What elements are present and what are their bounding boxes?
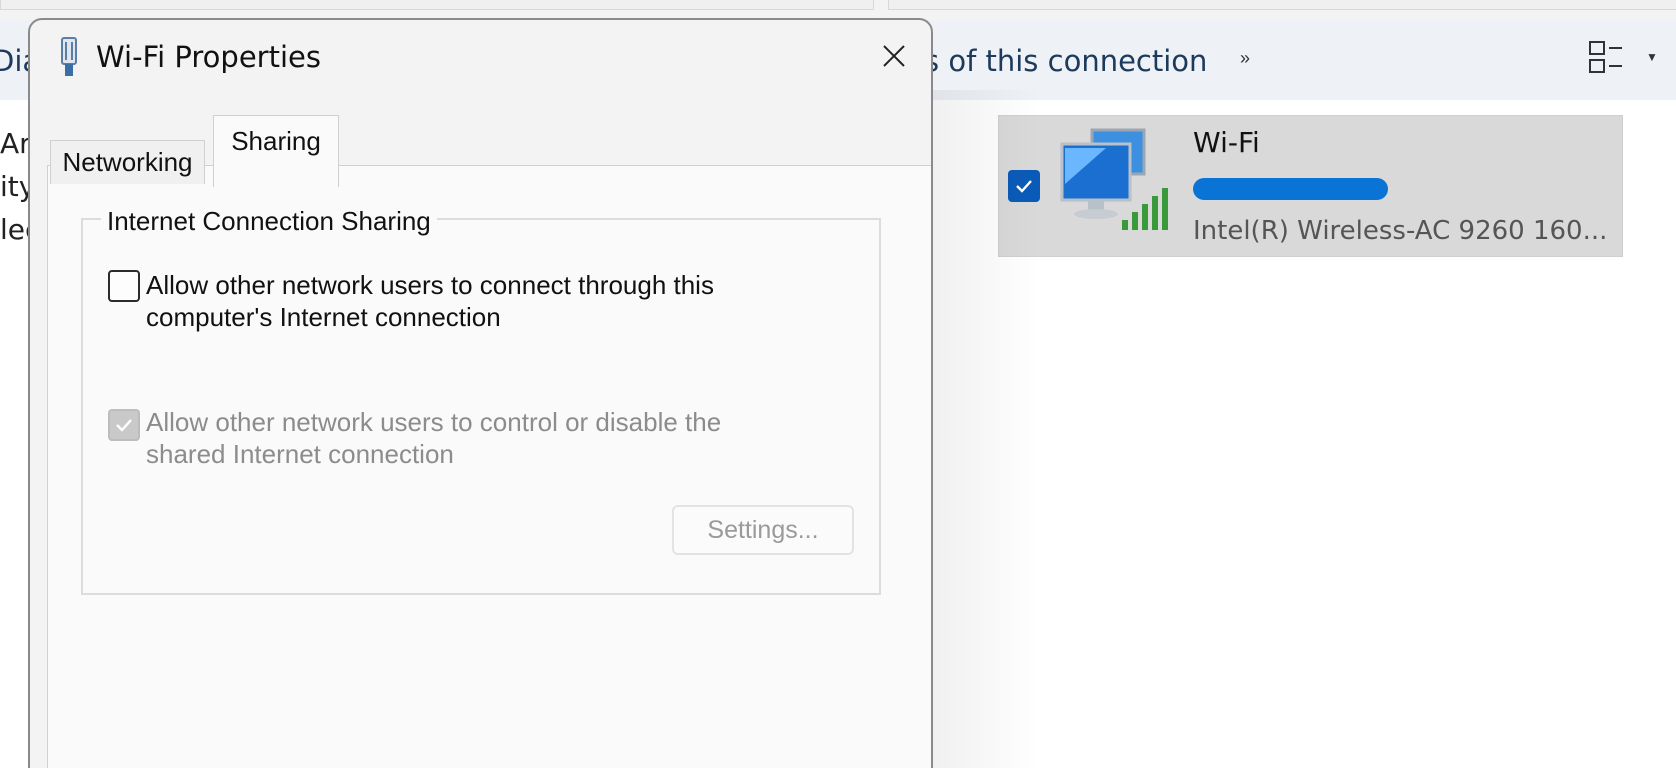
- connection-name: Wi-Fi: [1193, 126, 1260, 159]
- more-commands-button[interactable]: »: [1240, 48, 1250, 69]
- allow-control-label[interactable]: Allow other network users to control or …: [146, 406, 721, 470]
- tab-networking[interactable]: Networking: [50, 140, 205, 184]
- wifi-properties-dialog: Wi-Fi Properties Networking Sharing Inte…: [28, 18, 933, 768]
- allow-control-checkbox[interactable]: [108, 409, 140, 441]
- allow-connect-label-line1: Allow other network users to connect thr…: [146, 270, 714, 300]
- settings-button[interactable]: Settings...: [672, 505, 854, 555]
- allow-connect-label[interactable]: Allow other network users to connect thr…: [146, 269, 714, 333]
- allow-control-label-line2: shared Internet connection: [146, 439, 454, 469]
- address-bar[interactable]: [0, 0, 874, 10]
- dialog-titlebar[interactable]: Wi-Fi Properties: [30, 20, 931, 98]
- adapter-name: Intel(R) Wireless-AC 9260 160...: [1193, 216, 1608, 246]
- view-status-command[interactable]: s of this connection: [924, 44, 1207, 78]
- search-box[interactable]: [888, 0, 1676, 10]
- dialog-title: Wi-Fi Properties: [96, 40, 321, 74]
- network-computers-icon: [1060, 128, 1168, 230]
- allow-connect-label-line2: computer's Internet connection: [146, 302, 501, 332]
- close-icon: [883, 45, 905, 67]
- left-pane-text: Ar: [0, 127, 31, 160]
- chevron-down-icon[interactable]: ▼: [1646, 50, 1658, 64]
- close-button[interactable]: [872, 36, 916, 76]
- view-layout-icon[interactable]: [1588, 40, 1624, 74]
- allow-connect-checkbox[interactable]: [108, 270, 140, 302]
- redacted-network-name: [1193, 178, 1388, 200]
- checkmark-icon: [116, 419, 132, 432]
- tab-sharing[interactable]: Sharing: [213, 115, 339, 187]
- allow-control-label-line1: Allow other network users to control or …: [146, 407, 722, 437]
- group-title: Internet Connection Sharing: [101, 206, 437, 237]
- wifi-adapter-icon: [61, 37, 77, 76]
